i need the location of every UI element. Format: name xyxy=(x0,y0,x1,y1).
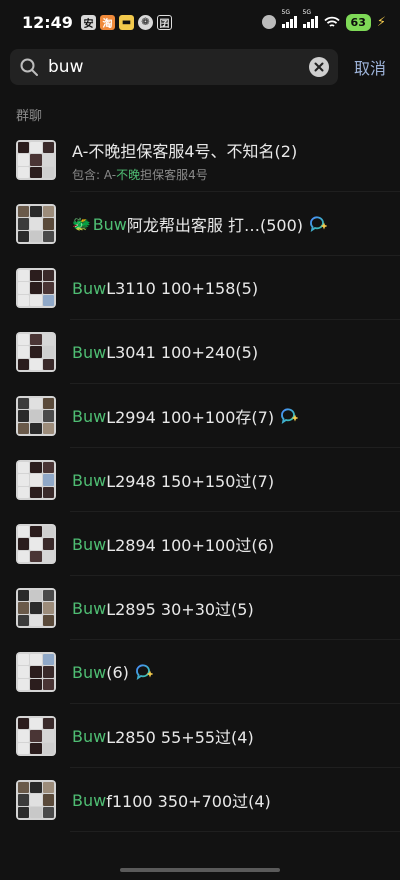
group-avatar xyxy=(16,716,56,756)
match-highlight: Buw xyxy=(72,662,107,682)
cancel-button[interactable]: 取消 xyxy=(354,55,386,79)
signal-icon: 5G xyxy=(302,9,318,28)
clear-icon[interactable] xyxy=(309,57,329,77)
group-name: Buw L2948 150+150过(7) xyxy=(72,468,274,492)
group-avatar xyxy=(16,588,56,628)
section-label-group-chats: 群聊 xyxy=(16,109,43,124)
group-avatar xyxy=(16,140,56,180)
match-highlight: Buw xyxy=(92,214,127,234)
group-chat-result[interactable]: Buw f1100 350+700过(4) xyxy=(0,768,400,832)
vibrate-icon xyxy=(261,15,276,29)
group-name: Buw (6) xyxy=(72,663,153,682)
match-highlight: Buw xyxy=(72,790,107,810)
group-name-rest: L2895 30+30过(5) xyxy=(106,600,254,619)
app-notification-icon: 淘 xyxy=(99,14,115,30)
group-name: 🐲 Buw 阿龙帮出客服 打…(500) xyxy=(72,212,328,236)
group-name-rest: (6) xyxy=(106,662,129,682)
group-name: Buw L3110 100+158(5) xyxy=(72,279,258,298)
home-indicator[interactable] xyxy=(120,868,280,872)
charging-icon: ⚡ xyxy=(376,14,386,30)
group-chat-result[interactable]: Buw L2948 150+150过(7) xyxy=(0,448,400,512)
group-name-rest: f1100 350+700过(4) xyxy=(106,792,271,811)
group-chat-result[interactable]: A-不晚担保客服4号、不知名(2) 包含: A-不晚担保客服4号 xyxy=(0,128,400,192)
result-text: Buw f1100 350+700过(4) xyxy=(72,788,271,812)
group-chat-result[interactable]: Buw L2894 100+100过(6) xyxy=(0,512,400,576)
member-match-line: 包含: A-不晚担保客服4号 xyxy=(72,166,297,183)
group-name: Buw L2850 55+55过(4) xyxy=(72,724,254,748)
app-notification-icon: ❁ xyxy=(137,14,153,30)
group-chat-result[interactable]: Buw L3110 100+158(5) xyxy=(0,256,400,320)
system-status: 5G 5G 63 ⚡ xyxy=(261,9,386,31)
member-match-prefix: 包含: A- xyxy=(72,167,117,182)
group-avatar xyxy=(16,268,56,308)
signal-icon: 5G xyxy=(281,9,297,28)
match-highlight: Buw xyxy=(72,406,107,426)
search-query-text: buw xyxy=(48,57,84,77)
app-notification-icon: 安 xyxy=(80,14,96,30)
group-name-rest: L2894 100+100过(6) xyxy=(106,536,275,555)
group-avatar xyxy=(16,652,56,692)
search-results-list: A-不晚担保客服4号、不知名(2) 包含: A-不晚担保客服4号 🐲 Buw 阿龙帮出… xyxy=(0,128,400,832)
group-chat-result[interactable]: Buw L3041 100+240(5) xyxy=(0,320,400,384)
result-text: Buw L2894 100+100过(6) xyxy=(72,532,274,556)
dragon-emoji-icon: 🐲 xyxy=(72,215,91,233)
chat-bubble-icon xyxy=(309,216,328,232)
search-icon xyxy=(20,58,38,76)
group-name: Buw L2894 100+100过(6) xyxy=(72,532,274,556)
app-notification-icon: 囝 xyxy=(156,14,172,30)
result-text: Buw L2994 100+100存(7) xyxy=(72,404,299,428)
result-text: Buw (6) xyxy=(72,663,153,682)
app-notification-icon: ▬ xyxy=(118,14,134,30)
result-text: Buw L2895 30+30过(5) xyxy=(72,596,254,620)
group-avatar xyxy=(16,780,56,820)
match-highlight: Buw xyxy=(72,470,107,490)
group-name-rest: L3041 100+240(5) xyxy=(106,342,259,362)
result-text: Buw L3041 100+240(5) xyxy=(72,343,258,362)
group-name-rest: L2994 100+100存(7) xyxy=(106,408,275,427)
group-chat-result[interactable]: Buw L2994 100+100存(7) xyxy=(0,384,400,448)
wifi-icon xyxy=(323,16,340,27)
match-highlight: Buw xyxy=(72,598,107,618)
group-name-rest: A-不晚担保客服4号、不知名(2) xyxy=(72,141,298,161)
bottom-fade xyxy=(0,852,400,880)
group-name-rest: L2948 150+150过(7) xyxy=(106,472,275,491)
group-name: A-不晚担保客服4号、不知名(2) xyxy=(72,138,297,162)
group-avatar xyxy=(16,204,56,244)
chat-bubble-icon xyxy=(135,664,153,680)
group-name: Buw L3041 100+240(5) xyxy=(72,343,258,362)
group-name: Buw L2994 100+100存(7) xyxy=(72,404,299,428)
group-chat-result[interactable]: Buw L2850 55+55过(4) xyxy=(0,704,400,768)
match-highlight: Buw xyxy=(72,342,107,362)
group-name-rest: L2850 55+55过(4) xyxy=(106,728,254,747)
result-text: A-不晚担保客服4号、不知名(2) 包含: A-不晚担保客服4号 xyxy=(72,138,297,183)
group-chat-result[interactable]: Buw L2895 30+30过(5) xyxy=(0,576,400,640)
group-name: Buw f1100 350+700过(4) xyxy=(72,788,271,812)
group-avatar xyxy=(16,460,56,500)
search-input[interactable]: buw xyxy=(10,49,338,85)
result-text: Buw L3110 100+158(5) xyxy=(72,279,258,298)
match-highlight: Buw xyxy=(72,534,107,554)
group-chat-result[interactable]: Buw (6) xyxy=(0,640,400,704)
match-highlight: Buw xyxy=(72,278,107,298)
result-text: Buw L2850 55+55过(4) xyxy=(72,724,254,748)
clock: 12:49 xyxy=(22,12,73,32)
group-avatar xyxy=(16,524,56,564)
member-match-rest: 担保客服4号 xyxy=(140,167,208,182)
match-highlight: Buw xyxy=(72,726,107,746)
group-name-rest: 阿龙帮出客服 打…(500) xyxy=(126,216,304,235)
notification-icons: 安 淘 ▬ ❁ 囝 xyxy=(80,14,172,30)
group-avatar xyxy=(16,396,56,436)
group-avatar xyxy=(16,332,56,372)
group-name-rest: L3110 100+158(5) xyxy=(106,278,259,298)
match-highlight: 不晚 xyxy=(116,167,141,182)
chat-bubble-icon xyxy=(280,408,299,424)
group-name: Buw L2895 30+30过(5) xyxy=(72,596,254,620)
group-chat-result[interactable]: 🐲 Buw 阿龙帮出客服 打…(500) xyxy=(0,192,400,256)
status-bar: 12:49 安 淘 ▬ ❁ 囝 5G 5G 63 ⚡ xyxy=(0,0,400,44)
result-text: 🐲 Buw 阿龙帮出客服 打…(500) xyxy=(72,212,328,236)
battery-icon: 63 xyxy=(345,13,371,31)
search-row: buw 取消 xyxy=(10,48,390,86)
result-text: Buw L2948 150+150过(7) xyxy=(72,468,274,492)
